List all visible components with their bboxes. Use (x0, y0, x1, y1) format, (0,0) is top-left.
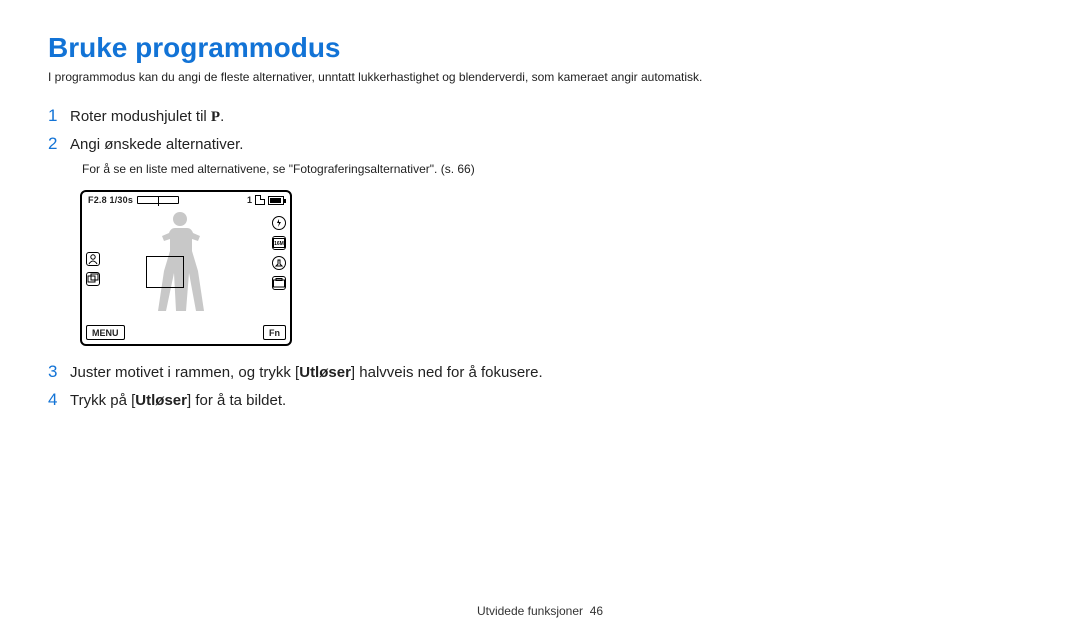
step-4: 4 Trykk på [Utløser] for å ta bildet. (48, 390, 1032, 410)
step-number-2: 2 (48, 134, 70, 154)
camera-lcd-illustration: F2.8 1/30s 1 (80, 190, 1032, 346)
step-number-3: 3 (48, 362, 70, 382)
page-title: Bruke programmodus (48, 32, 1032, 64)
lcd-top-right: 1 (247, 195, 284, 205)
lcd-top-bar: F2.8 1/30s 1 (88, 195, 284, 205)
step1-part-a: Roter modushjulet til (70, 108, 211, 125)
step-text-3: Juster motivet i rammen, og trykk [Utløs… (70, 364, 543, 381)
step-number-4: 4 (48, 390, 70, 410)
flash-mode-icon (272, 216, 286, 230)
footer-section-name: Utvidede funksjoner (477, 604, 583, 618)
manual-page: Bruke programmodus I programmodus kan du… (0, 0, 1080, 630)
step-text-4: Trykk på [Utløser] for å ta bildet. (70, 392, 286, 409)
page-footer: Utvidede funksjoner 46 (0, 604, 1080, 618)
step4-part-a: Trykk på [ (70, 392, 135, 409)
drive-mode-icon (272, 276, 286, 290)
camera-lcd-frame: F2.8 1/30s 1 (80, 190, 292, 346)
step-text-1: Roter modushjulet til P. (70, 108, 224, 126)
step-2-note: For å se en liste med alternativene, se … (82, 162, 1032, 176)
step-2: 2 Angi ønskede alternativer. (48, 134, 1032, 154)
step3-part-c: ] halvveis ned for å fokusere. (351, 364, 543, 381)
lcd-shot-counter: 1 (247, 195, 252, 205)
step1-part-c: . (220, 108, 224, 125)
intro-paragraph: I programmodus kan du angi de fleste alt… (48, 70, 1032, 84)
focus-frame-icon (146, 256, 184, 288)
image-stabilization-icon (272, 256, 286, 270)
step4-part-c: ] for å ta bildet. (187, 392, 286, 409)
lcd-top-left: F2.8 1/30s (88, 195, 179, 205)
footer-page-number: 46 (590, 604, 603, 618)
step3-part-a: Juster motivet i rammen, og trykk [ (70, 364, 299, 381)
sd-card-icon (255, 195, 265, 205)
step4-shutter-bold: Utløser (135, 392, 187, 409)
mode-dial-p-glyph: P (211, 109, 220, 125)
lcd-menu-button-icon: MENU (86, 325, 125, 340)
step-text-2: Angi ønskede alternativer. (70, 136, 243, 153)
lcd-fn-button-icon: Fn (263, 325, 286, 340)
svg-text:16M: 16M (274, 241, 284, 247)
battery-icon (268, 196, 284, 205)
step-3: 3 Juster motivet i rammen, og trykk [Utl… (48, 362, 1032, 382)
step-number-1: 1 (48, 106, 70, 126)
step3-shutter-bold: Utløser (299, 364, 351, 381)
lcd-right-icon-column: 16M (272, 216, 286, 290)
image-size-icon: 16M (272, 236, 286, 250)
lcd-left-icon-column (86, 252, 100, 286)
face-detection-off-icon (86, 252, 100, 266)
step-1: 1 Roter modushjulet til P. (48, 106, 1032, 126)
lcd-exposure-readout: F2.8 1/30s (88, 195, 133, 205)
exposure-compensation-scale-icon (137, 196, 179, 204)
multi-frame-icon (86, 272, 100, 286)
